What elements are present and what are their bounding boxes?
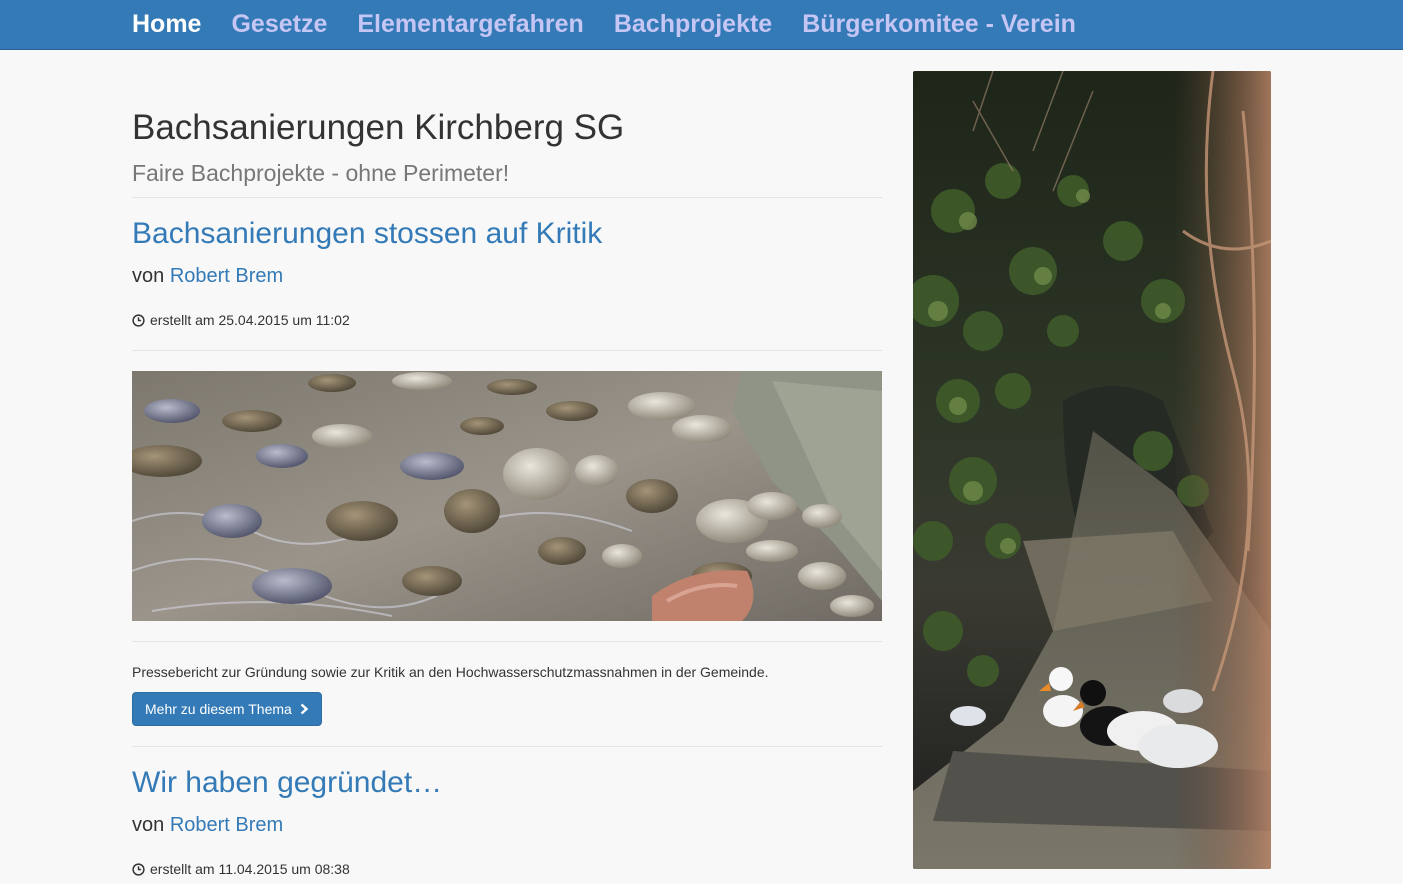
divider xyxy=(132,746,882,747)
nav-item-bachprojekte[interactable]: Bachprojekte xyxy=(599,0,787,50)
clock-icon xyxy=(132,313,145,327)
post-byline-2: von Robert Brem xyxy=(132,812,283,838)
site-subtitle: Faire Bachprojekte - ohne Perimeter! xyxy=(132,160,510,186)
nav-item-elementargefahren[interactable]: Elementargefahren xyxy=(342,0,598,50)
author-link[interactable]: Robert Brem xyxy=(170,814,283,836)
read-more-button[interactable]: Mehr zu diesem Thema xyxy=(132,692,322,726)
ducks-in-stream-photo xyxy=(913,71,1271,869)
author-link[interactable]: Robert Brem xyxy=(170,265,283,287)
nav-item-buergerkomitee-verein[interactable]: Bürgerkomitee - Verein xyxy=(787,0,1091,50)
sidebar-ducks-photo xyxy=(913,71,1271,869)
nav-item-home[interactable]: Home xyxy=(117,0,216,50)
byline-prefix: von xyxy=(132,814,165,836)
nav-item-gesetze[interactable]: Gesetze xyxy=(216,0,342,50)
created-date: erstellt am 11.04.2015 um 08:38 xyxy=(150,861,350,877)
main-nav: Home Gesetze Elementargefahren Bachproje… xyxy=(117,0,1091,50)
stream-photo xyxy=(132,371,882,621)
chevron-right-icon xyxy=(300,703,309,715)
post-title-2[interactable]: Wir haben gegründet… xyxy=(132,765,442,801)
created-date: erstellt am 25.04.2015 um 11:02 xyxy=(150,312,350,328)
clock-icon xyxy=(132,862,145,876)
post-date-1: erstellt am 25.04.2015 um 11:02 xyxy=(132,311,350,329)
post-title-1[interactable]: Bachsanierungen stossen auf Kritik xyxy=(132,216,602,252)
divider xyxy=(132,350,882,351)
divider xyxy=(132,197,882,198)
post-byline-1: von Robert Brem xyxy=(132,263,283,289)
divider xyxy=(132,641,882,642)
post-date-2: erstellt am 11.04.2015 um 08:38 xyxy=(132,860,350,878)
byline-prefix: von xyxy=(132,265,165,287)
post-excerpt-1: Pressebericht zur Gründung sowie zur Kri… xyxy=(132,664,769,680)
read-more-label: Mehr zu diesem Thema xyxy=(145,701,292,717)
stream-stones-image[interactable] xyxy=(132,371,882,621)
top-navbar: Home Gesetze Elementargefahren Bachproje… xyxy=(0,0,1403,50)
site-title: Bachsanierungen Kirchberg SG xyxy=(132,108,625,147)
